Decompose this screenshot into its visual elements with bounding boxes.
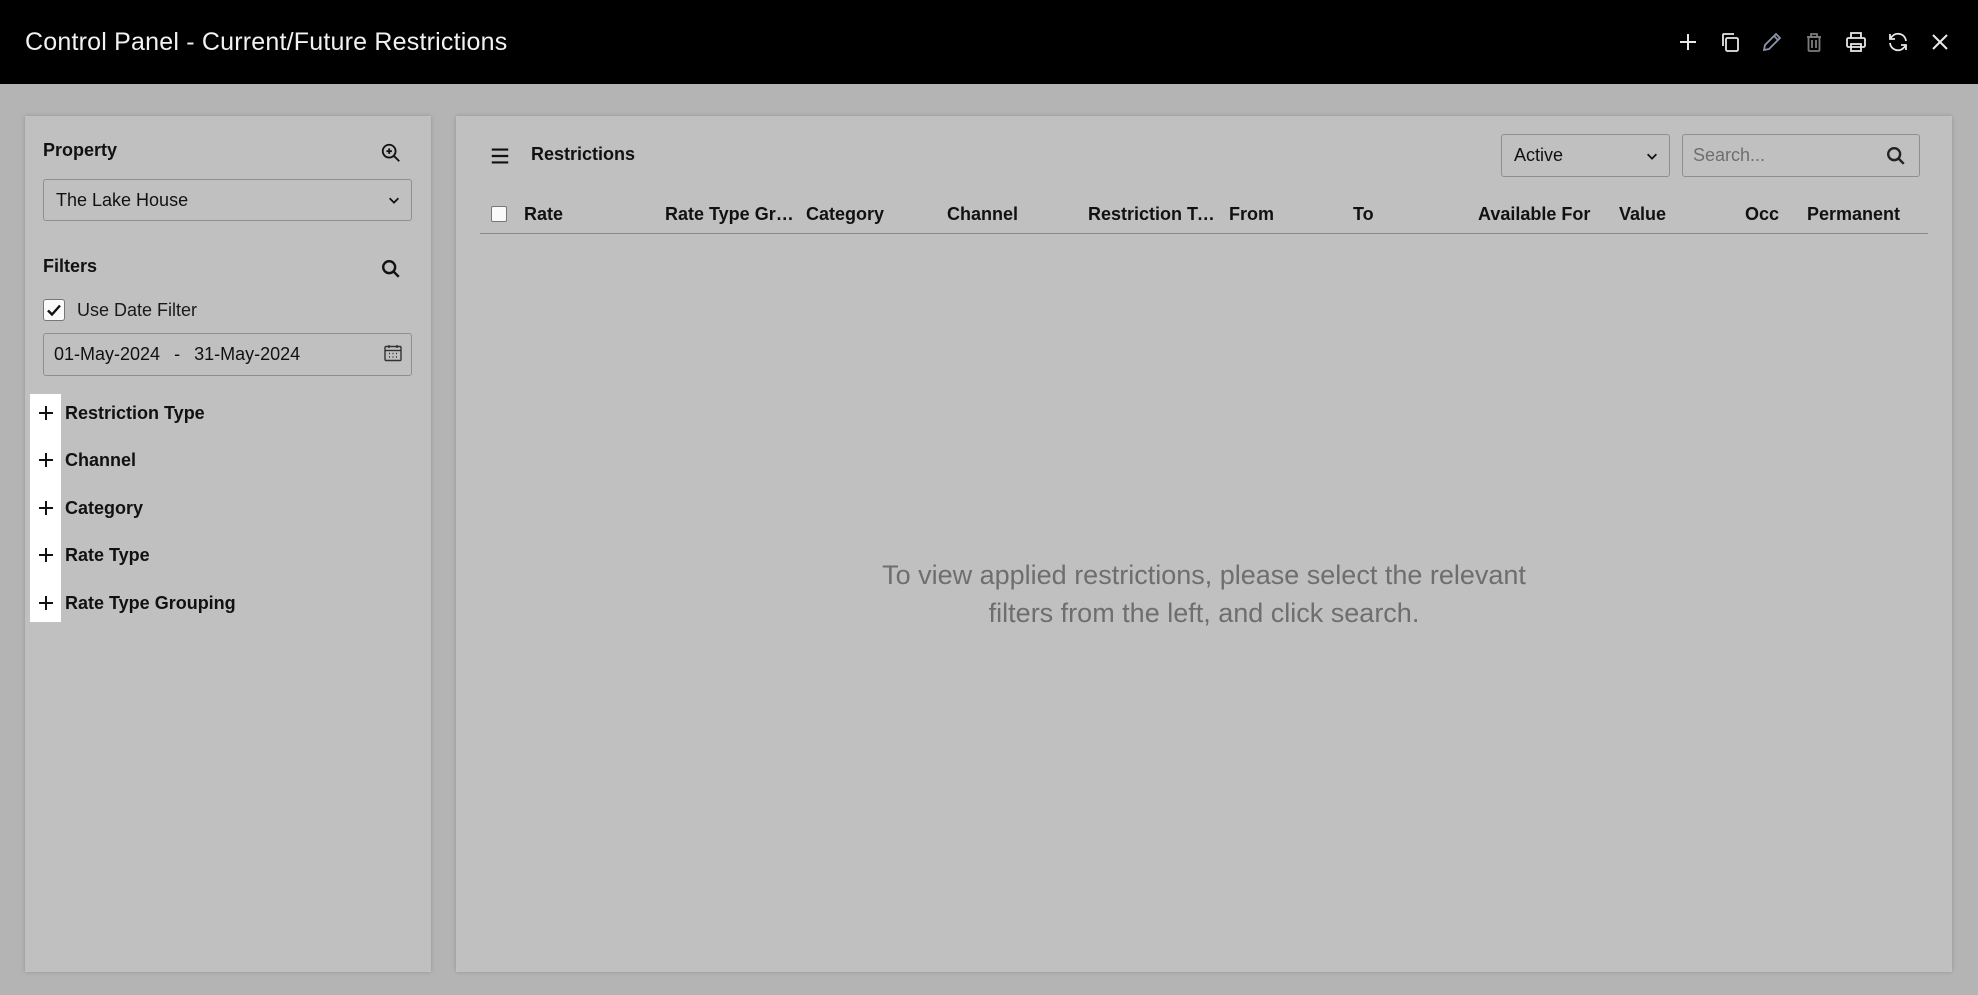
- status-select[interactable]: Active: [1501, 134, 1670, 177]
- search-icon[interactable]: [377, 255, 405, 283]
- property-select-value: The Lake House: [56, 189, 189, 210]
- accordion-label: Rate Type Grouping: [65, 592, 236, 613]
- filters-label: Filters: [43, 256, 98, 276]
- accordion-label: Rate Type: [65, 544, 150, 565]
- column-header-value[interactable]: Value: [1619, 204, 1719, 225]
- column-header-available-for[interactable]: Available For: [1478, 204, 1618, 225]
- property-select[interactable]: The Lake House: [43, 179, 412, 221]
- search-icon[interactable]: [1885, 145, 1907, 167]
- accordion-category[interactable]: Category: [35, 493, 143, 523]
- refresh-icon[interactable]: [1885, 29, 1911, 55]
- accordion-restriction-type[interactable]: Restriction Type: [35, 398, 205, 428]
- plus-icon: [35, 402, 57, 424]
- accordion-channel[interactable]: Channel: [35, 445, 136, 475]
- column-header-to[interactable]: To: [1353, 204, 1453, 225]
- use-date-filter-label: Use Date Filter: [77, 299, 198, 320]
- date-range-field[interactable]: 01-May-2024 - 31-May-2024: [43, 333, 412, 376]
- delete-icon[interactable]: [1801, 29, 1827, 55]
- column-header-rate-type-grouping[interactable]: Rate Type Gro...: [665, 204, 797, 225]
- window-title: Control Panel - Current/Future Restricti…: [25, 27, 508, 56]
- accordion-label: Restriction Type: [65, 402, 205, 423]
- date-separator: -: [174, 344, 181, 364]
- menu-icon[interactable]: [486, 142, 514, 170]
- plus-icon: [35, 544, 57, 566]
- plus-icon: [35, 497, 57, 519]
- filter-panel: Property The Lake House Filters Use Date…: [25, 116, 431, 972]
- title-bar: Control Panel - Current/Future Restricti…: [0, 0, 1978, 84]
- print-icon[interactable]: [1843, 29, 1869, 55]
- calendar-icon[interactable]: [383, 343, 403, 363]
- toolbar-actions: [1675, 29, 1953, 55]
- column-header-rate[interactable]: Rate: [524, 204, 654, 225]
- accordion-rate-type-grouping[interactable]: Rate Type Grouping: [35, 588, 236, 618]
- date-from: 01-May-2024: [54, 344, 161, 364]
- accordion-label: Category: [65, 497, 144, 518]
- add-icon[interactable]: [1675, 29, 1701, 55]
- copy-icon[interactable]: [1717, 29, 1743, 55]
- restrictions-panel: Restrictions Active Rate Rate Type Gro..…: [456, 116, 1952, 972]
- empty-state-message: To view applied restrictions, please sel…: [456, 556, 1952, 632]
- column-header-category[interactable]: Category: [806, 204, 936, 225]
- use-date-filter-checkbox[interactable]: [43, 299, 65, 321]
- chevron-down-icon: [1647, 153, 1657, 160]
- column-header-occ[interactable]: Occ: [1745, 204, 1805, 225]
- column-header-restriction-type[interactable]: Restriction Ty...: [1088, 204, 1220, 225]
- select-all-checkbox[interactable]: [491, 206, 507, 222]
- property-label: Property: [43, 140, 118, 160]
- chevron-down-icon: [389, 197, 399, 204]
- close-icon[interactable]: [1927, 29, 1953, 55]
- empty-state-line-1: To view applied restrictions, please sel…: [882, 560, 1526, 590]
- zoom-in-icon[interactable]: [377, 139, 405, 167]
- search-input[interactable]: [1693, 145, 1873, 166]
- column-header-from[interactable]: From: [1229, 204, 1329, 225]
- column-header-channel[interactable]: Channel: [947, 204, 1077, 225]
- edit-icon[interactable]: [1759, 29, 1785, 55]
- restrictions-title: Restrictions: [531, 144, 636, 164]
- search-box: [1682, 134, 1920, 177]
- use-date-filter-row: Use Date Filter: [43, 299, 197, 321]
- accordion-label: Channel: [65, 449, 137, 470]
- empty-state-line-2: filters from the left, and click search.: [988, 598, 1420, 628]
- plus-icon: [35, 449, 57, 471]
- column-header-permanent[interactable]: Permanent: [1807, 204, 1927, 225]
- status-select-value: Active: [1514, 145, 1564, 165]
- accordion-rate-type[interactable]: Rate Type: [35, 540, 150, 570]
- plus-icon: [35, 592, 57, 614]
- date-to: 31-May-2024: [194, 344, 301, 364]
- table-header: Rate Rate Type Gro... Category Channel R…: [480, 200, 1928, 234]
